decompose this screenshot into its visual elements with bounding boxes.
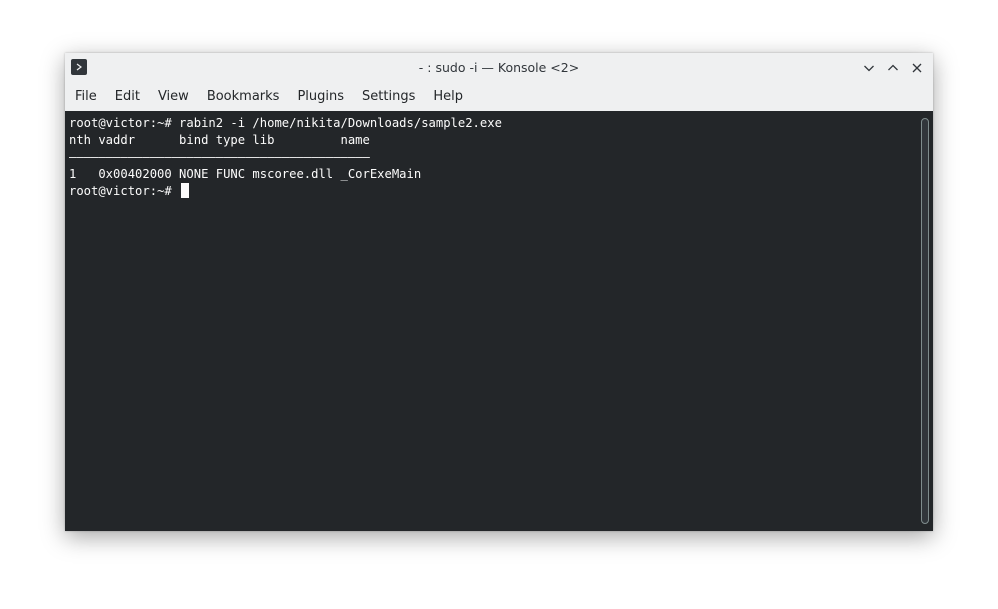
terminal-table-separator: ――――――――――――――――――――――――――――――――――――――――… bbox=[69, 150, 370, 164]
terminal-command-line: root@victor:~# rabin2 -i /home/nikita/Do… bbox=[69, 116, 502, 130]
menubar: File Edit View Bookmarks Plugins Setting… bbox=[65, 83, 933, 111]
konsole-window: - : sudo -i — Konsole <2> File Edit View… bbox=[65, 53, 933, 531]
minimize-button[interactable] bbox=[859, 58, 879, 78]
close-button[interactable] bbox=[907, 58, 927, 78]
terminal-prompt-line: root@victor:~# bbox=[69, 183, 917, 200]
scrollbar-thumb[interactable] bbox=[921, 118, 929, 524]
terminal-table-header: nth vaddr bind type lib name bbox=[69, 133, 370, 147]
menu-bookmarks[interactable]: Bookmarks bbox=[199, 83, 288, 111]
konsole-icon[interactable] bbox=[71, 59, 87, 75]
menu-edit[interactable]: Edit bbox=[107, 83, 148, 111]
menu-view[interactable]: View bbox=[150, 83, 197, 111]
menu-file[interactable]: File bbox=[67, 83, 105, 111]
close-icon bbox=[912, 63, 922, 73]
terminal-table-row: 1 0x00402000 NONE FUNC mscoree.dll _CorE… bbox=[69, 167, 422, 181]
menu-plugins[interactable]: Plugins bbox=[289, 83, 352, 111]
text-cursor bbox=[181, 183, 190, 198]
titlebar[interactable]: - : sudo -i — Konsole <2> bbox=[65, 53, 933, 83]
terminal-prompt: root@victor:~# bbox=[69, 184, 180, 198]
chevron-down-icon bbox=[864, 65, 874, 72]
maximize-button[interactable] bbox=[883, 58, 903, 78]
window-controls bbox=[859, 58, 927, 78]
scrollbar[interactable] bbox=[917, 111, 933, 531]
window-title: - : sudo -i — Konsole <2> bbox=[418, 60, 580, 75]
menu-settings[interactable]: Settings bbox=[354, 83, 423, 111]
chevron-up-icon bbox=[888, 64, 898, 71]
menu-help[interactable]: Help bbox=[425, 83, 471, 111]
terminal-output[interactable]: root@victor:~# rabin2 -i /home/nikita/Do… bbox=[65, 111, 917, 531]
